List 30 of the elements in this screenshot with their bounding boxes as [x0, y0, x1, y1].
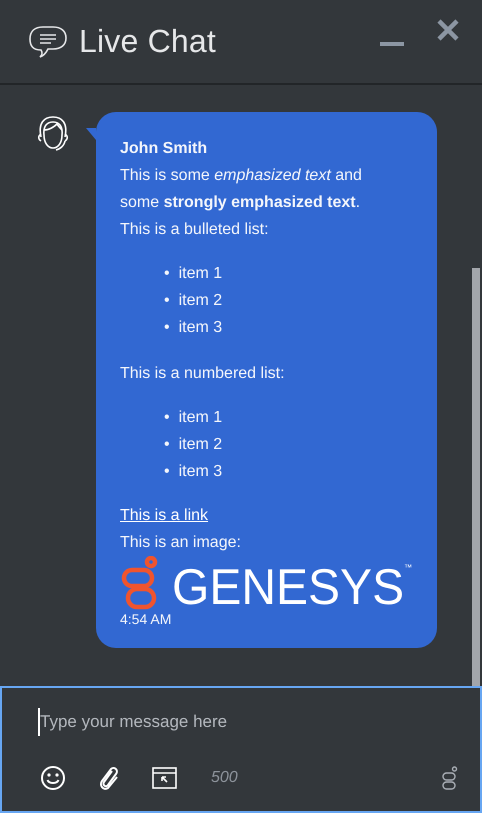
list-item: item 1 [178, 408, 222, 428]
message-text: This is some emphasized text and some strongly emphasized text. [120, 166, 363, 213]
scrollbar-thumb[interactable] [472, 268, 480, 686]
bullet: • [164, 408, 170, 428]
character-limit: 500 [211, 769, 238, 787]
message-time: 4:54 AM [120, 610, 172, 628]
list-item: item 3 [178, 462, 222, 482]
message-link[interactable]: This is a link [120, 502, 208, 529]
chat-icon [29, 24, 67, 58]
list-item: item 3 [178, 318, 222, 338]
message-text: This is a numbered list: [120, 364, 286, 384]
window-title: Live Chat [79, 23, 217, 60]
emoji-button[interactable] [40, 765, 66, 791]
bullet: • [164, 318, 170, 338]
message-input[interactable]: Type your message here [38, 708, 440, 736]
minimize-button[interactable] [380, 42, 404, 46]
message-text: This is an image: [120, 533, 242, 553]
list-item: item 2 [178, 291, 222, 311]
bullet: • [164, 462, 170, 482]
popout-button[interactable] [152, 767, 177, 789]
bullet: • [164, 264, 170, 284]
genesys-mark-icon [442, 766, 458, 790]
sender-name: John Smith [120, 139, 208, 159]
bullet: • [164, 291, 170, 311]
list-item: item 2 [178, 435, 222, 455]
close-button[interactable] [436, 18, 460, 42]
attach-button[interactable] [97, 764, 121, 792]
bullet: • [164, 435, 170, 455]
list-item: item 1 [178, 264, 222, 284]
message-text: This is a bulleted list: [120, 220, 270, 240]
